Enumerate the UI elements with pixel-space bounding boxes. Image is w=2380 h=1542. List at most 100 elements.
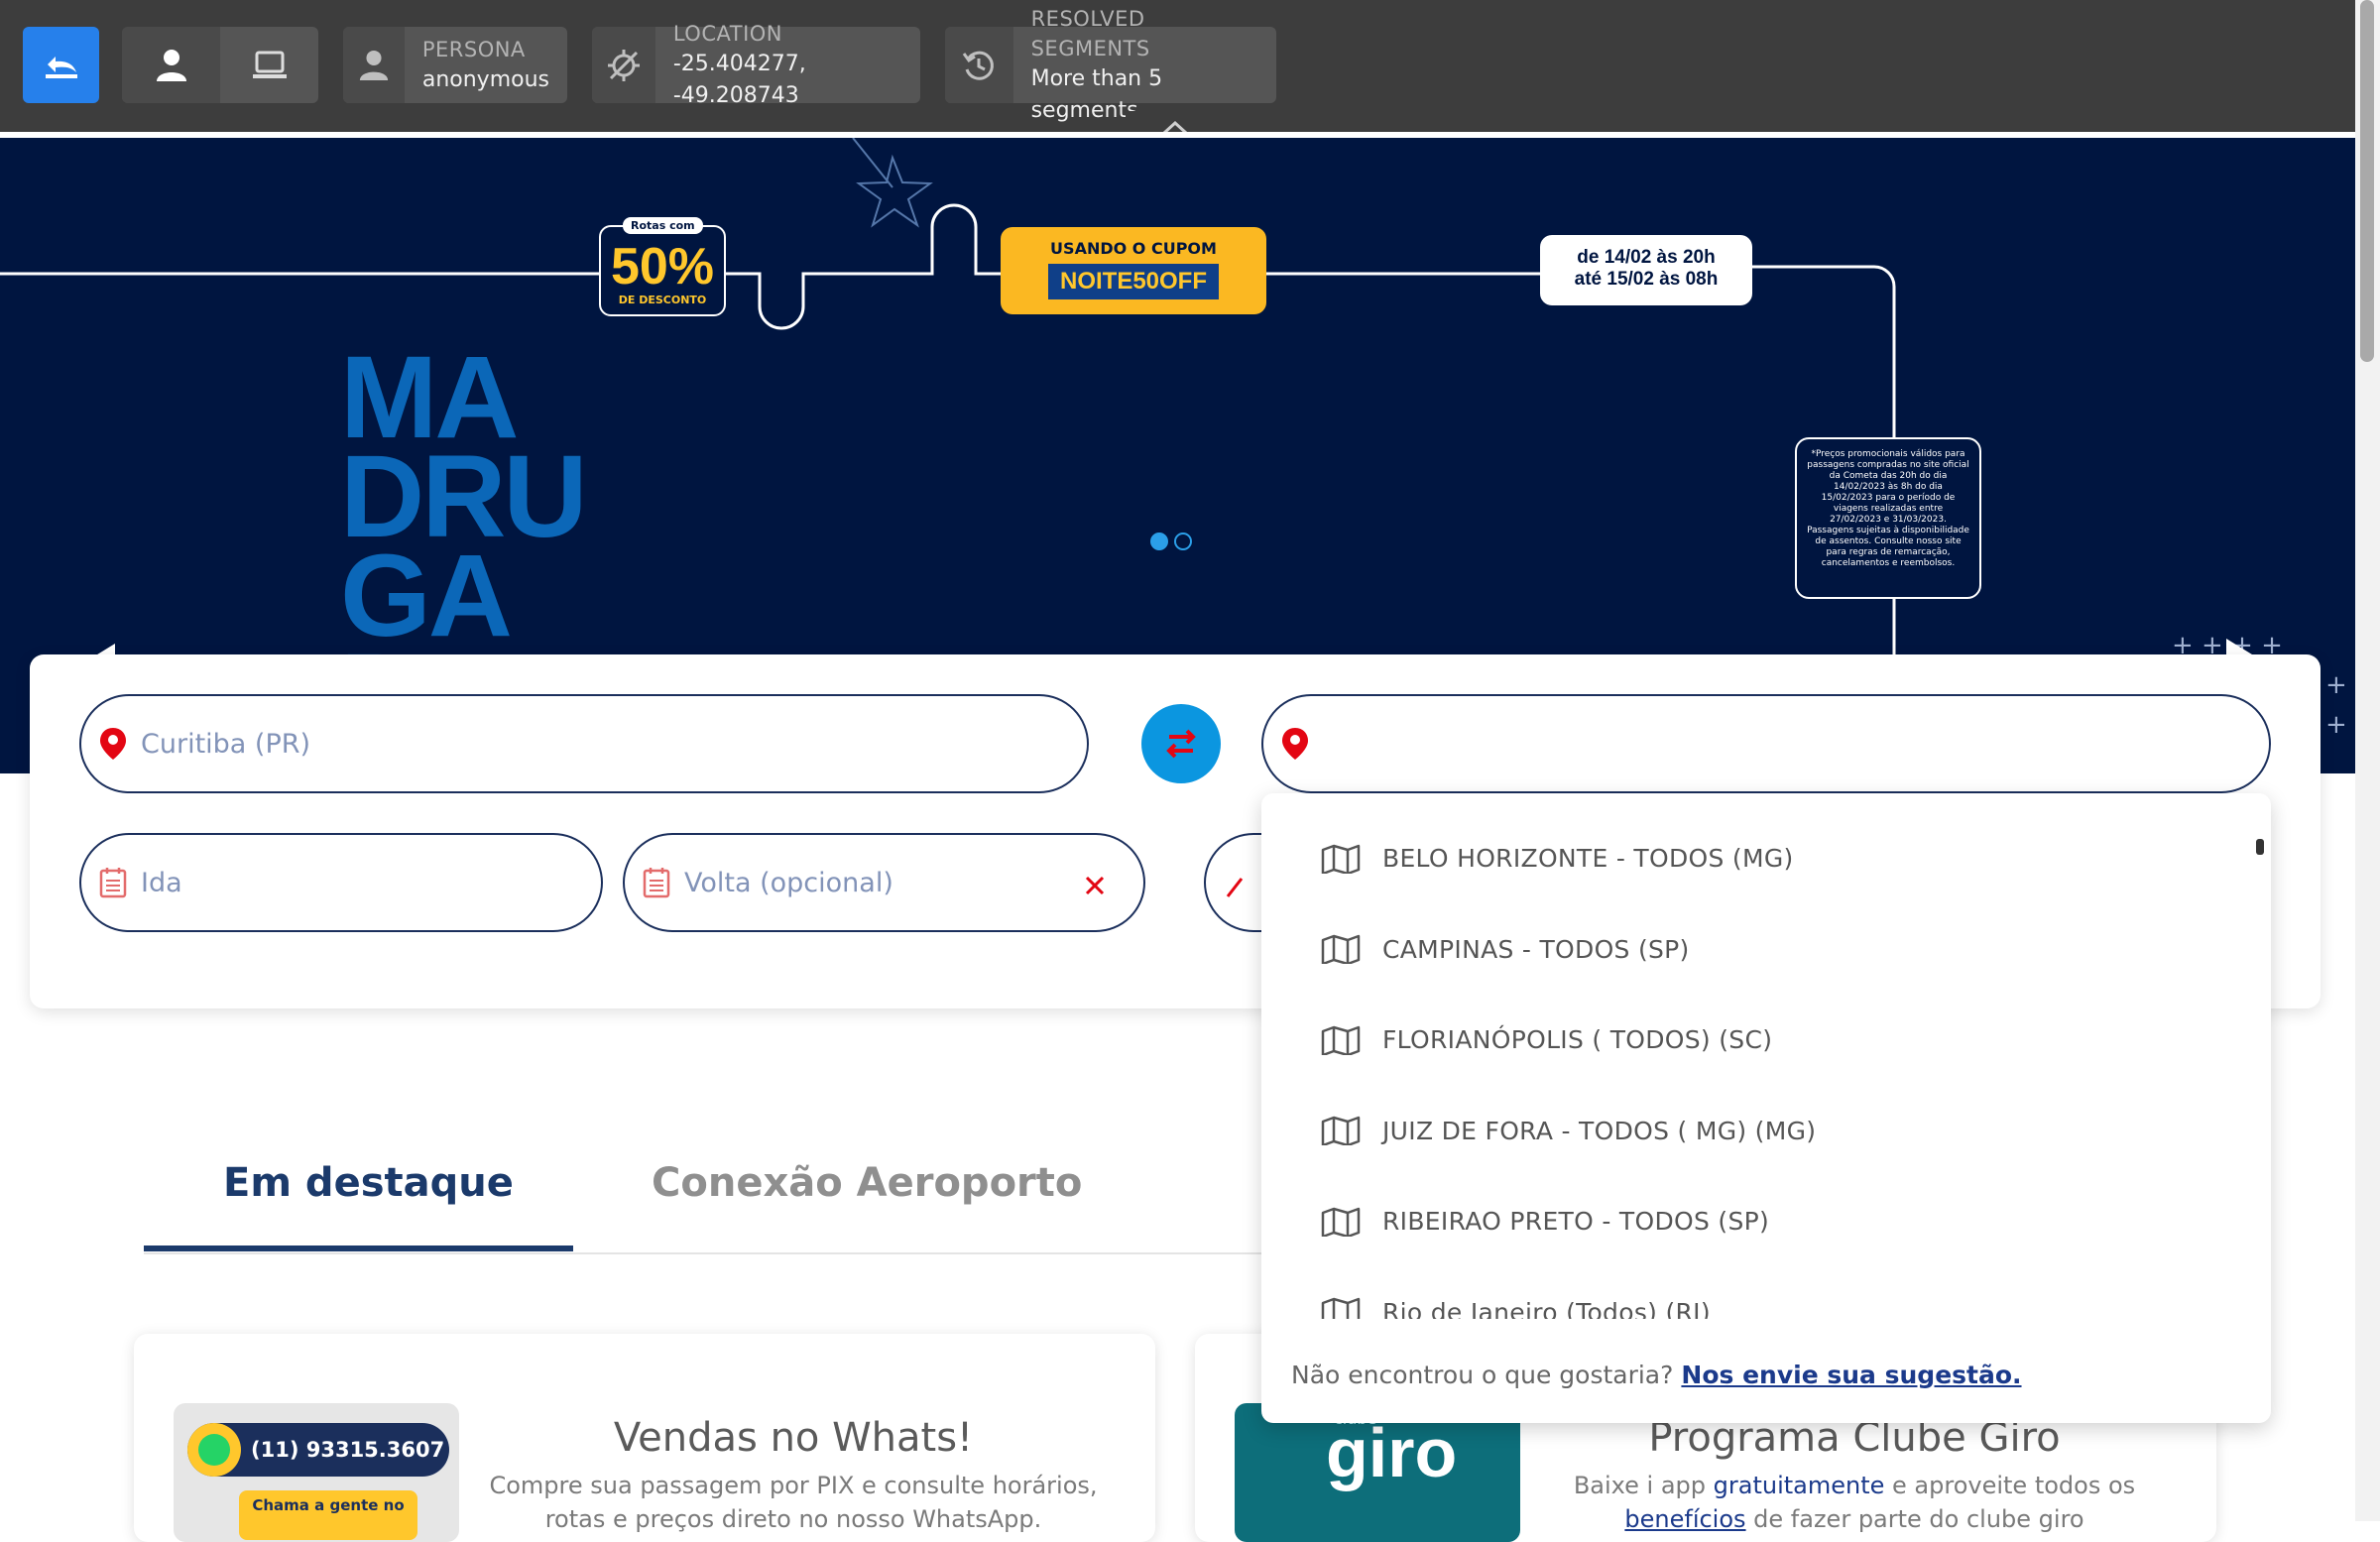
carousel-dots	[1150, 533, 1192, 550]
whatsapp-desc-line1: Compre sua passagem por PIX e consulte h…	[489, 1472, 1098, 1499]
discount-badge-desc: DE DESCONTO	[618, 294, 707, 306]
undo-button[interactable]	[23, 27, 99, 103]
persona-indicator: PERSONA anonymous	[343, 27, 567, 103]
clear-icon[interactable]	[1084, 875, 1106, 896]
carousel-dot-2[interactable]	[1174, 533, 1192, 550]
promo-date-start: de 14/02 às 20h	[1577, 247, 1716, 268]
whatsapp-card[interactable]: (11) 93315.3607 Chama a gente no Vendas …	[134, 1334, 1155, 1542]
coupon-code: NOITE50OFF	[1047, 264, 1220, 299]
location-icon-cell	[592, 27, 655, 103]
calendar-icon	[643, 868, 670, 898]
return-placeholder: Volta (opcional)	[684, 867, 893, 898]
map-icon	[1321, 935, 1361, 965]
discount-badge: Rotas com 50% DE DESCONTO	[599, 217, 726, 316]
destination-suggestion-item[interactable]: JUIZ DE FORA - TODOS ( MG) (MG)	[1261, 1086, 2271, 1177]
segments-label: RESOLVED SEGMENTS	[1030, 6, 1150, 60]
location-pin-icon	[1282, 728, 1308, 760]
whatsapp-desc-line2: rotas e preços direto no nosso WhatsApp.	[544, 1505, 1042, 1533]
view-mode-toggle	[122, 27, 318, 103]
active-tab-indicator	[144, 1245, 573, 1251]
giro-free-link[interactable]: gratuitamente	[1714, 1472, 1885, 1499]
destination-field[interactable]	[1261, 694, 2271, 793]
giro-desc-text-b: e aproveite todos os	[1884, 1472, 2136, 1499]
suggestion-link[interactable]: Nos envie sua sugestão.	[1681, 1361, 2021, 1389]
device-view-button[interactable]	[220, 27, 318, 103]
svg-text:+: +	[2325, 710, 2347, 740]
segments-icon-cell	[945, 27, 1013, 103]
undo-icon	[45, 56, 77, 78]
swap-arrows-icon	[1166, 729, 1196, 759]
destination-suggestion-label: RIBEIRAO PRETO - TODOS (SP)	[1382, 1207, 1770, 1237]
tabs-divider	[144, 1252, 1264, 1254]
map-icon	[1321, 1025, 1361, 1055]
page-scrollbar-thumb[interactable]	[2360, 0, 2374, 362]
destination-suggestion-label: CAMPINAS - TODOS (SP)	[1382, 934, 1690, 964]
clube-giro-desc-line1: Baixe i app gratuitamente e aproveite to…	[1532, 1469, 2177, 1502]
location-pin-icon	[100, 728, 126, 760]
location-indicator: LOCATION -25.404277, -49.208743	[592, 22, 920, 108]
dropdown-footer: Não encontrou o que gostaria? Nos envie s…	[1291, 1361, 2022, 1389]
whatsapp-icon	[187, 1423, 241, 1477]
location-value: -25.404277, -49.208743	[672, 51, 806, 108]
calendar-icon	[99, 868, 127, 898]
departure-date-field[interactable]: Ida	[79, 833, 603, 932]
map-icon	[1321, 844, 1361, 874]
persona-icon-cell	[343, 27, 405, 103]
origin-value: Curitiba (PR)	[141, 728, 311, 760]
dropdown-scrollbar[interactable]	[2256, 839, 2264, 855]
discount-badge-caption: Rotas com	[623, 217, 703, 234]
destination-suggestion-item[interactable]: RIBEIRAO PRETO - TODOS (SP)	[1261, 1176, 2271, 1267]
return-date-field[interactable]: Volta (opcional)	[623, 833, 1145, 932]
whatsapp-title: Vendas no Whats!	[613, 1415, 974, 1461]
segments-indicator: RESOLVED SEGMENTS More than 5 segments	[945, 7, 1276, 123]
promo-date-end: até 15/02 às 08h	[1574, 269, 1719, 290]
whatsapp-cta: Chama a gente no	[239, 1490, 417, 1540]
destination-suggestion-label: FLORIANÓPOLIS ( TODOS) (SC)	[1382, 1025, 1773, 1055]
destination-suggestion-list[interactable]: BELO HORIZONTE - TODOS (MG) CAMPINAS - TO…	[1261, 813, 2271, 1319]
clube-giro-desc: Baixe i app gratuitamente e aproveite to…	[1532, 1469, 2177, 1536]
map-icon	[1321, 1298, 1361, 1319]
coupon-box: USANDO O CUPOM NOITE50OFF	[1001, 227, 1266, 314]
svg-text:+: +	[2325, 670, 2347, 700]
whatsapp-phone-pill: (11) 93315.3607	[187, 1423, 449, 1477]
tab-conexao-aeroporto[interactable]: Conexão Aeroporto	[652, 1160, 1082, 1206]
location-off-icon	[607, 49, 640, 81]
user-icon	[156, 49, 186, 81]
origin-field[interactable]: Curitiba (PR)	[79, 694, 1089, 793]
laptop-icon	[252, 51, 287, 78]
destination-suggestion-label: JUIZ DE FORA - TODOS ( MG) (MG)	[1382, 1116, 1817, 1145]
destination-suggestion-item[interactable]: CAMPINAS - TODOS (SP)	[1261, 904, 2271, 996]
whatsapp-desc: Compre sua passagem por PIX e consulte h…	[471, 1469, 1116, 1536]
history-icon	[963, 51, 995, 80]
promo-dates: de 14/02 às 20h até 15/02 às 08h	[1540, 235, 1752, 305]
departure-placeholder: Ida	[141, 867, 182, 898]
giro-brand: giro	[1326, 1414, 1458, 1491]
swap-cities-button[interactable]	[1141, 704, 1221, 783]
dropdown-footer-text: Não encontrou o que gostaria?	[1291, 1361, 1674, 1389]
persona-view-button[interactable]	[122, 27, 220, 103]
tab-em-destaque[interactable]: Em destaque	[223, 1160, 514, 1206]
discount-badge-value: 50%	[610, 238, 715, 296]
location-label: LOCATION	[672, 21, 782, 46]
clube-giro-desc-line2: benefícios de fazer parte do clube giro	[1532, 1502, 2177, 1536]
persona-value: anonymous	[421, 66, 549, 92]
user-icon	[359, 50, 389, 80]
persona-label: PERSONA	[421, 37, 526, 61]
giro-desc-text-c: de fazer parte do clube giro	[1745, 1505, 2084, 1533]
whatsapp-thumbnail: (11) 93315.3607 Chama a gente no	[174, 1403, 459, 1542]
giro-benefits-link[interactable]: benefícios	[1624, 1505, 1745, 1533]
whatsapp-phone: (11) 93315.3607	[251, 1438, 445, 1462]
giro-desc-text-a: Baixe i app	[1573, 1472, 1714, 1499]
clube-giro-thumbnail: clube giro	[1235, 1403, 1520, 1542]
destination-suggestion-item[interactable]: Rio de Janeiro (Todos) (RJ)	[1261, 1267, 2271, 1319]
coupon-caption: USANDO O CUPOM	[1050, 239, 1217, 258]
carousel-dot-1[interactable]	[1150, 533, 1168, 550]
destination-suggestion-label: Rio de Janeiro (Todos) (RJ)	[1382, 1297, 1711, 1319]
destination-suggestion-item[interactable]: BELO HORIZONTE - TODOS (MG)	[1261, 813, 2271, 904]
map-icon	[1321, 1207, 1361, 1237]
destination-dropdown: BELO HORIZONTE - TODOS (MG) CAMPINAS - TO…	[1261, 793, 2271, 1423]
promo-terms: *Preços promocionais válidos para passag…	[1795, 437, 1981, 599]
passenger-icon	[1226, 878, 1244, 897]
destination-suggestion-item[interactable]: FLORIANÓPOLIS ( TODOS) (SC)	[1261, 995, 2271, 1086]
map-icon	[1321, 1117, 1361, 1146]
